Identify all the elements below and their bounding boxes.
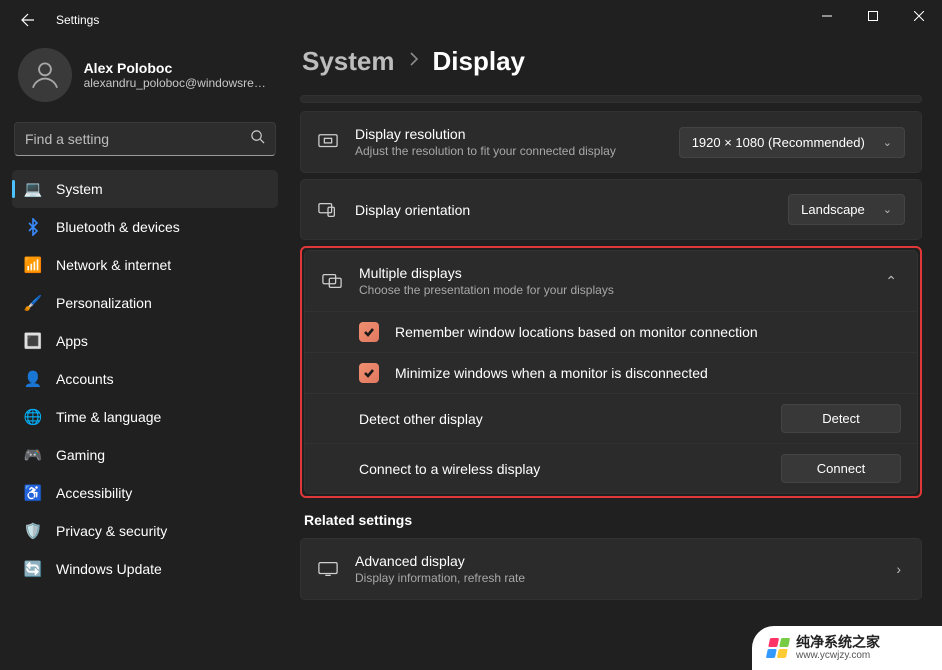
resolution-icon — [317, 133, 339, 151]
sidebar-item-label: Personalization — [56, 295, 152, 311]
windows-update-icon: 🔄 — [24, 560, 42, 578]
avatar — [18, 48, 72, 102]
chevron-down-icon: ⌄ — [883, 136, 892, 149]
system-icon: 💻 — [24, 180, 42, 198]
apps-icon: 🔳 — [24, 332, 42, 350]
minimize-windows-checkbox[interactable] — [359, 363, 379, 383]
orientation-title: Display orientation — [355, 202, 772, 218]
search-box[interactable] — [14, 122, 276, 156]
sidebar-item-label: Time & language — [56, 409, 161, 425]
minimize-button[interactable] — [804, 0, 850, 32]
sidebar-item-windows-update[interactable]: 🔄 Windows Update — [12, 550, 278, 588]
nav-list: 💻 System Bluetooth & devices 📶 Network & int… — [12, 170, 278, 588]
sidebar-item-personalization[interactable]: 🖌️ Personalization — [12, 284, 278, 322]
watermark: 纯净系统之家 www.ycwjzy.com — [752, 626, 942, 670]
title-bar: Settings — [0, 0, 942, 40]
breadcrumb: System Display — [302, 46, 922, 77]
related-settings-heading: Related settings — [304, 512, 922, 528]
display-orientation-row[interactable]: Display orientation Landscape ⌄ — [300, 179, 922, 240]
sidebar-item-label: Accounts — [56, 371, 114, 387]
advanced-display-row[interactable]: Advanced display Display information, re… — [300, 538, 922, 600]
watermark-logo-icon — [766, 638, 790, 658]
window-controls — [804, 0, 942, 32]
personalization-icon: 🖌️ — [24, 294, 42, 312]
resolution-subtitle: Adjust the resolution to fit your connec… — [355, 144, 663, 158]
sidebar-item-accessibility[interactable]: ♿ Accessibility — [12, 474, 278, 512]
sidebar-item-label: Bluetooth & devices — [56, 219, 180, 235]
advanced-display-subtitle: Display information, refresh rate — [355, 571, 876, 585]
orientation-dropdown[interactable]: Landscape ⌄ — [788, 194, 905, 225]
sidebar-item-label: Network & internet — [56, 257, 171, 273]
search-input[interactable] — [25, 131, 250, 147]
sidebar-item-label: Privacy & security — [56, 523, 167, 539]
resolution-title: Display resolution — [355, 126, 663, 142]
close-button[interactable] — [896, 0, 942, 32]
resolution-dropdown[interactable]: 1920 × 1080 (Recommended) ⌄ — [679, 127, 905, 158]
sidebar-item-gaming[interactable]: 🎮 Gaming — [12, 436, 278, 474]
multiple-displays-highlight: Multiple displays Choose the presentatio… — [300, 246, 922, 498]
advanced-display-title: Advanced display — [355, 553, 876, 569]
chevron-right-icon: › — [892, 561, 905, 577]
advanced-display-icon — [317, 561, 339, 577]
wireless-display-label: Connect to a wireless display — [359, 461, 765, 477]
sidebar-item-label: Accessibility — [56, 485, 132, 501]
bluetooth-devices-icon — [24, 218, 42, 236]
orientation-icon — [317, 201, 339, 219]
watermark-url: www.ycwjzy.com — [796, 650, 880, 661]
remember-locations-checkbox[interactable] — [359, 322, 379, 342]
sidebar: Alex Poloboc alexandru_poloboc@windowsre… — [0, 40, 290, 670]
minimize-windows-label: Minimize windows when a monitor is disco… — [395, 365, 708, 381]
sidebar-item-label: Windows Update — [56, 561, 162, 577]
main-content: System Display Display resolution Adjust… — [290, 40, 942, 670]
sidebar-item-bluetooth-devices[interactable]: Bluetooth & devices — [12, 208, 278, 246]
multiple-displays-expander[interactable]: Multiple displays Choose the presentatio… — [304, 250, 918, 494]
time-language-icon: 🌐 — [24, 408, 42, 426]
sidebar-item-system[interactable]: 💻 System — [12, 170, 278, 208]
breadcrumb-parent[interactable]: System — [302, 46, 395, 77]
sidebar-item-label: System — [56, 181, 103, 197]
truncated-card — [300, 95, 922, 103]
chevron-right-icon — [409, 52, 419, 71]
multiple-displays-title: Multiple displays — [359, 265, 865, 281]
remember-locations-label: Remember window locations based on monit… — [395, 324, 758, 340]
maximize-button[interactable] — [850, 0, 896, 32]
watermark-name: 纯净系统之家 — [796, 635, 880, 651]
accessibility-icon: ♿ — [24, 484, 42, 502]
sidebar-item-network-internet[interactable]: 📶 Network & internet — [12, 246, 278, 284]
breadcrumb-current: Display — [433, 46, 526, 77]
user-block[interactable]: Alex Poloboc alexandru_poloboc@windowsre… — [12, 40, 278, 118]
sidebar-item-label: Gaming — [56, 447, 105, 463]
network-internet-icon: 📶 — [24, 256, 42, 274]
sidebar-item-privacy-security[interactable]: 🛡️ Privacy & security — [12, 512, 278, 550]
user-email: alexandru_poloboc@windowsreport... — [84, 76, 272, 90]
accounts-icon: 👤 — [24, 370, 42, 388]
detect-display-label: Detect other display — [359, 411, 765, 427]
multiple-displays-subtitle: Choose the presentation mode for your di… — [359, 283, 865, 297]
display-resolution-row[interactable]: Display resolution Adjust the resolution… — [300, 111, 922, 173]
multiple-displays-icon — [321, 273, 343, 289]
search-icon — [250, 129, 265, 149]
chevron-down-icon: ⌄ — [883, 203, 892, 216]
privacy-security-icon: 🛡️ — [24, 522, 42, 540]
detect-button[interactable]: Detect — [781, 404, 901, 433]
window-title: Settings — [56, 13, 99, 27]
sidebar-item-label: Apps — [56, 333, 88, 349]
user-name: Alex Poloboc — [84, 60, 272, 76]
sidebar-item-apps[interactable]: 🔳 Apps — [12, 322, 278, 360]
connect-button[interactable]: Connect — [781, 454, 901, 483]
sidebar-item-accounts[interactable]: 👤 Accounts — [12, 360, 278, 398]
back-button[interactable] — [8, 0, 48, 40]
gaming-icon: 🎮 — [24, 446, 42, 464]
chevron-up-icon[interactable]: ⌃ — [881, 273, 901, 290]
sidebar-item-time-language[interactable]: 🌐 Time & language — [12, 398, 278, 436]
